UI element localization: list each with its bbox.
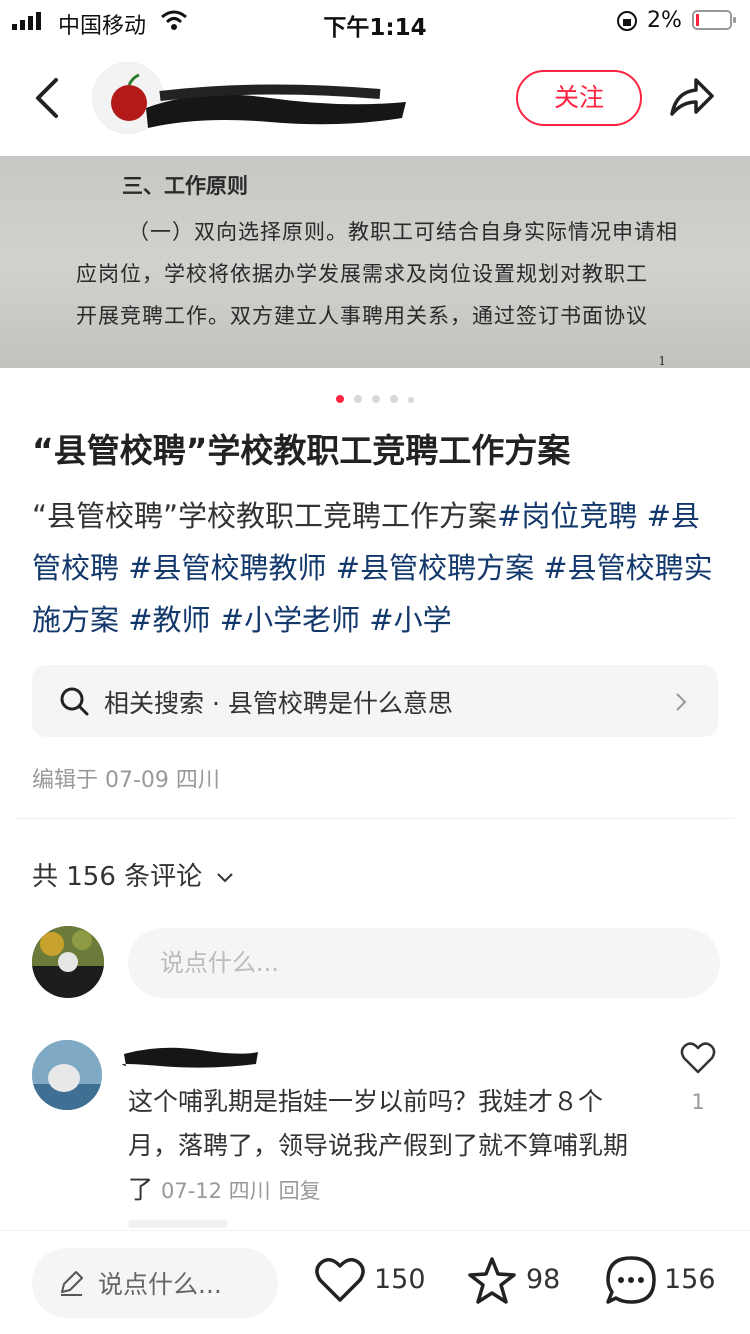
carousel-dot[interactable] (354, 395, 362, 403)
carousel-indicator (0, 388, 750, 403)
post-image[interactable]: 三、工作原则 （一）双向选择原则。教职工可结合自身实际情况申请相 应岗位，学校将… (0, 156, 750, 368)
post-description: “县管校聘”学校教职工竞聘工作方案#岗位竞聘 #县管校聘 #县管校聘教师 #县管… (32, 490, 722, 646)
carousel-dot[interactable] (372, 395, 380, 403)
comment-count-header[interactable]: 共 156 条评论 (32, 856, 234, 893)
chevron-down-icon (217, 872, 234, 882)
bottom-comment-input[interactable]: 说点什么... (32, 1248, 278, 1318)
orientation-lock-icon (617, 11, 637, 31)
comment-count: 156 (664, 1264, 716, 1295)
like-icon[interactable] (314, 1256, 366, 1304)
image-text-line: 应岗位，学校将依据办学发展需求及岗位设置规划对教职工 (76, 262, 648, 286)
author-name-redacted[interactable] (140, 78, 412, 134)
image-text-line: 开展竞聘工作。双方建立人事聘用关系，通过签订书面协议 (76, 304, 648, 328)
search-icon (60, 687, 89, 716)
carousel-dot[interactable] (390, 395, 398, 403)
comment-count-label: 共 156 条评论 (32, 862, 203, 892)
comment-bubble-icon[interactable] (604, 1254, 658, 1308)
comment-like-count: 1 (691, 1090, 705, 1114)
commenter-avatar[interactable] (32, 1040, 102, 1110)
image-page-number: 1 (658, 354, 666, 368)
image-text-line: （一）双向选择原则。教职工可结合自身实际情况申请相 (128, 220, 678, 244)
collect-count: 98 (526, 1264, 561, 1295)
like-count: 150 (374, 1264, 426, 1295)
related-search-text: 相关搜索 · 县管校聘是什么意思 (104, 689, 453, 718)
comment-input[interactable]: 说点什么... (128, 928, 720, 998)
hashtag[interactable]: #县管校聘方案 (336, 551, 534, 585)
hashtag[interactable]: #教师 (128, 603, 210, 637)
edit-info: 编辑于 07-09 四川 (32, 768, 220, 793)
follow-button[interactable]: 关注 (516, 70, 642, 126)
post-title: “县管校聘”学校教职工竞聘工作方案 (32, 431, 571, 470)
related-search-bar[interactable]: 相关搜索 · 县管校聘是什么意思 (32, 665, 718, 737)
hashtag[interactable]: #小学 (369, 603, 451, 637)
hashtag[interactable]: #县管校聘教师 (128, 551, 326, 585)
comment-body: 这个哺乳期是指娃一岁以前吗？我娃才８个月，落聘了，领导说我产假到了就不算哺乳期了… (128, 1080, 648, 1213)
avatar-image (32, 926, 104, 998)
carousel-dot[interactable] (408, 397, 414, 403)
hashtag[interactable]: #岗位竞聘 (497, 499, 637, 533)
reply-button[interactable]: 回复 (279, 1179, 321, 1203)
reply-preview-stub (128, 1220, 228, 1228)
carousel-dot-active[interactable] (336, 395, 344, 403)
comment-date: 07-12 四川 (160, 1179, 271, 1203)
chevron-right-icon (676, 693, 687, 711)
divider (16, 818, 734, 819)
back-arrow-icon[interactable] (26, 72, 70, 124)
share-icon[interactable] (666, 74, 716, 122)
my-avatar (32, 926, 104, 998)
battery-icon (692, 10, 736, 30)
pencil-icon (61, 1271, 83, 1296)
avatar-image (32, 1040, 102, 1110)
battery-percent: 2% (647, 8, 682, 33)
commenter-name-redacted[interactable] (120, 1040, 260, 1070)
collect-star-icon[interactable] (466, 1256, 518, 1306)
status-bar: 中国移动 下午1:14 2% (0, 0, 750, 42)
comment-like-icon[interactable] (680, 1040, 716, 1076)
bottom-input-label: 说点什么... (98, 1270, 222, 1299)
description-text: “县管校聘”学校教职工竞聘工作方案 (32, 499, 498, 533)
hashtag[interactable]: #小学老师 (220, 603, 360, 637)
image-heading: 三、工作原则 (122, 173, 248, 198)
